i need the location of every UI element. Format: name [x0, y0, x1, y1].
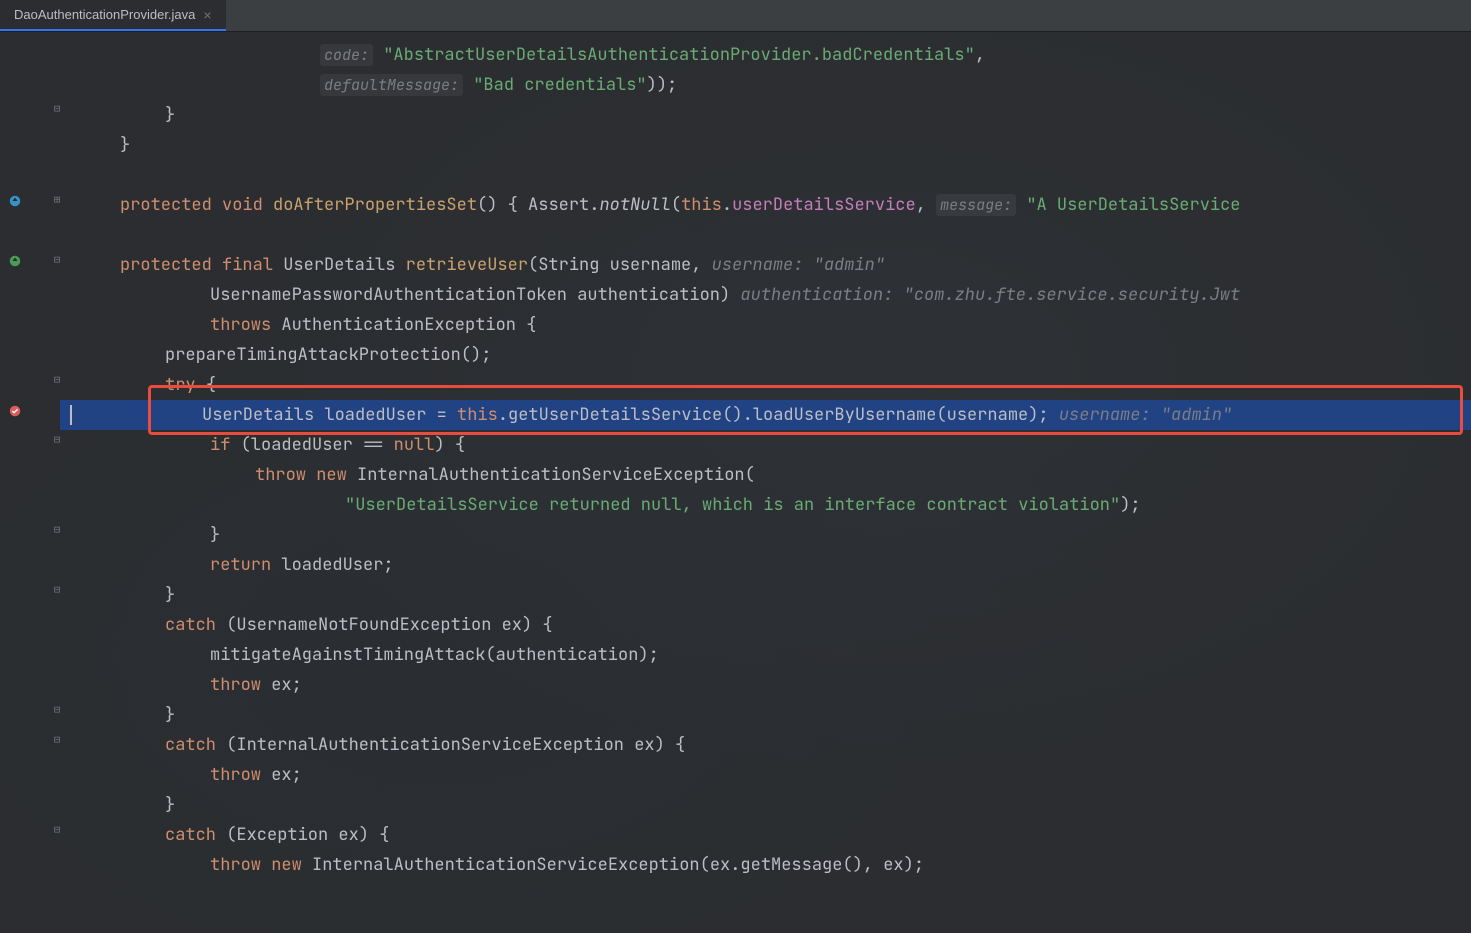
code-line[interactable] — [60, 220, 1471, 250]
code-line[interactable]: protected void doAfterPropertiesSet() { … — [60, 190, 1471, 220]
code-line[interactable]: mitigateAgainstTimingAttack(authenticati… — [60, 640, 1471, 670]
code-line[interactable]: protected final UserDetails retrieveUser… — [60, 250, 1471, 280]
current-execution-line[interactable]: UserDetails loadedUser = this.getUserDet… — [60, 400, 1471, 430]
code-line[interactable]: throw new InternalAuthenticationServiceE… — [60, 850, 1471, 880]
code-content[interactable]: code: "AbstractUserDetailsAuthentication… — [60, 32, 1471, 880]
code-line[interactable]: UsernamePasswordAuthenticationToken auth… — [60, 280, 1471, 310]
code-line[interactable]: return loadedUser; — [60, 550, 1471, 580]
editor[interactable]: ⊟ ⊞ ⊟ ⊟ ⊟ ⊟ ⊟ ⊟ ⊟ ⊟ code: "AbstractUserD… — [0, 32, 1471, 880]
code-line[interactable]: catch (Exception ex) { — [60, 820, 1471, 850]
code-line[interactable]: throw new InternalAuthenticationServiceE… — [60, 460, 1471, 490]
code-line[interactable]: } — [60, 700, 1471, 730]
code-line[interactable]: defaultMessage: "Bad credentials")); — [60, 70, 1471, 100]
code-line[interactable]: throw ex; — [60, 670, 1471, 700]
code-line[interactable]: } — [60, 790, 1471, 820]
editor-tab-bar: DaoAuthenticationProvider.java × — [0, 0, 1471, 32]
code-line[interactable]: code: "AbstractUserDetailsAuthentication… — [60, 40, 1471, 70]
breakpoint-icon[interactable] — [8, 404, 22, 418]
code-line[interactable]: } — [60, 100, 1471, 130]
code-line[interactable]: } — [60, 520, 1471, 550]
code-line[interactable]: prepareTimingAttackProtection(); — [60, 340, 1471, 370]
code-line[interactable]: throws AuthenticationException { — [60, 310, 1471, 340]
code-line[interactable] — [60, 160, 1471, 190]
override-up-icon[interactable] — [8, 254, 22, 268]
code-line[interactable]: if (loadedUser == null) { — [60, 430, 1471, 460]
code-line[interactable]: try { — [60, 370, 1471, 400]
code-line[interactable]: "UserDetailsService returned null, which… — [60, 490, 1471, 520]
code-line[interactable]: throw ex; — [60, 760, 1471, 790]
close-icon[interactable]: × — [203, 7, 211, 23]
file-tab[interactable]: DaoAuthenticationProvider.java × — [0, 0, 226, 31]
code-line[interactable]: catch (InternalAuthenticationServiceExce… — [60, 730, 1471, 760]
code-line[interactable]: } — [60, 130, 1471, 160]
code-line[interactable]: } — [60, 580, 1471, 610]
code-line[interactable]: catch (UsernameNotFoundException ex) { — [60, 610, 1471, 640]
gutter: ⊟ ⊞ ⊟ ⊟ ⊟ ⊟ ⊟ ⊟ ⊟ ⊟ — [0, 32, 60, 880]
tab-title: DaoAuthenticationProvider.java — [14, 7, 195, 22]
override-icon[interactable] — [8, 194, 22, 208]
